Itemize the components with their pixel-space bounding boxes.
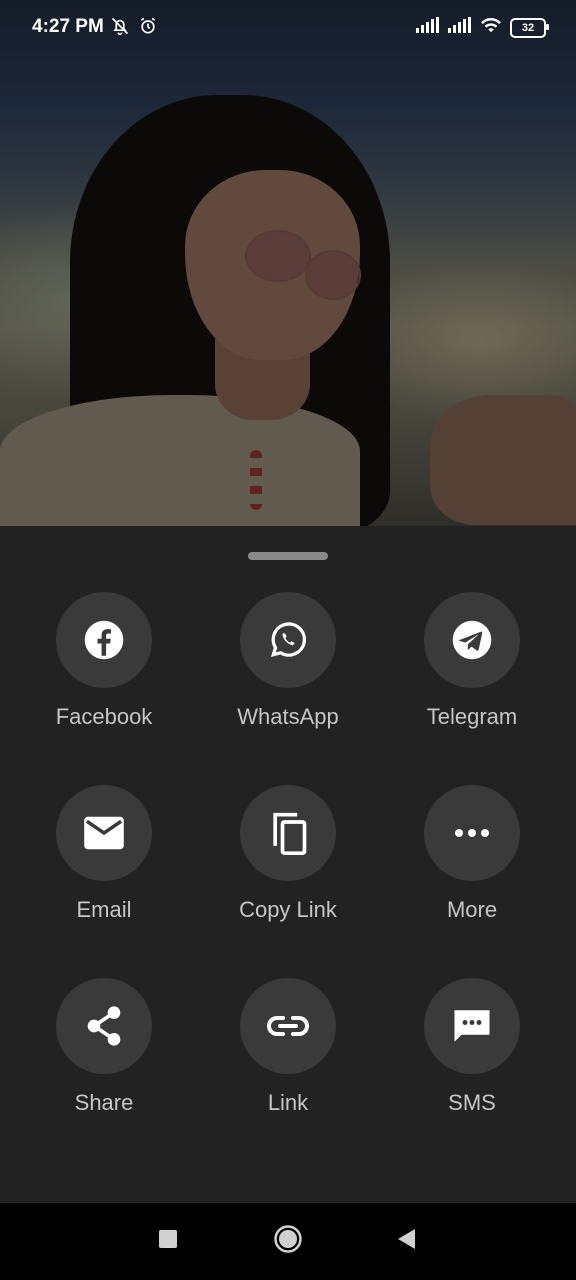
back-icon[interactable]	[396, 1228, 416, 1255]
whatsapp-icon[interactable]	[240, 592, 336, 688]
alarm-icon	[138, 16, 158, 41]
home-icon[interactable]	[273, 1224, 303, 1259]
telegram-icon[interactable]	[424, 592, 520, 688]
signal-icon	[416, 17, 440, 38]
email-icon[interactable]	[56, 785, 152, 881]
share-option-facebook[interactable]: Facebook	[12, 592, 196, 730]
share-option-more[interactable]: More	[380, 785, 564, 923]
share-option-label: Telegram	[426, 704, 518, 729]
home-button[interactable]	[248, 1203, 328, 1280]
share-option-sms[interactable]: SMS	[380, 978, 564, 1116]
drag-handle[interactable]	[248, 552, 328, 560]
share-option-email[interactable]: Email	[12, 785, 196, 923]
share-option-label: Link	[267, 1090, 309, 1115]
share-option-label: Facebook	[55, 704, 153, 729]
more-icon[interactable]	[424, 785, 520, 881]
wifi-icon	[480, 16, 502, 39]
signal-icon	[448, 17, 472, 38]
navigation-bar	[0, 1203, 576, 1280]
notifications-off-icon	[110, 16, 130, 41]
share-option-link[interactable]: Link	[196, 978, 380, 1116]
recents-button[interactable]	[128, 1203, 208, 1280]
share-sheet: Facebook WhatsApp Telegram Email Copy Li	[0, 526, 576, 1203]
share-option-label: Email	[76, 897, 132, 922]
share-option-label: WhatsApp	[237, 704, 339, 729]
battery-icon: 32	[510, 17, 549, 38]
share-grid: Facebook WhatsApp Telegram Email Copy Li	[12, 592, 564, 1116]
share-option-label: Share	[74, 1090, 134, 1115]
share-option-telegram[interactable]: Telegram	[380, 592, 564, 730]
share-option-label: SMS	[448, 1090, 496, 1115]
share-option-copy-link[interactable]: Copy Link	[196, 785, 380, 923]
facebook-icon[interactable]	[56, 592, 152, 688]
share-option-label: More	[446, 897, 498, 922]
recents-icon[interactable]	[158, 1229, 178, 1254]
link-icon[interactable]	[240, 978, 336, 1074]
status-time: 4:27 PM	[32, 16, 104, 37]
share-option-share[interactable]: Share	[12, 978, 196, 1116]
share-icon[interactable]	[56, 978, 152, 1074]
share-option-label: Copy Link	[239, 897, 337, 922]
status-bar: 4:27 PM 32	[0, 0, 576, 56]
back-button[interactable]	[366, 1203, 446, 1280]
sms-icon[interactable]	[424, 978, 520, 1074]
background-photo	[0, 0, 576, 526]
share-option-whatsapp[interactable]: WhatsApp	[196, 592, 380, 730]
copy-icon[interactable]	[240, 785, 336, 881]
